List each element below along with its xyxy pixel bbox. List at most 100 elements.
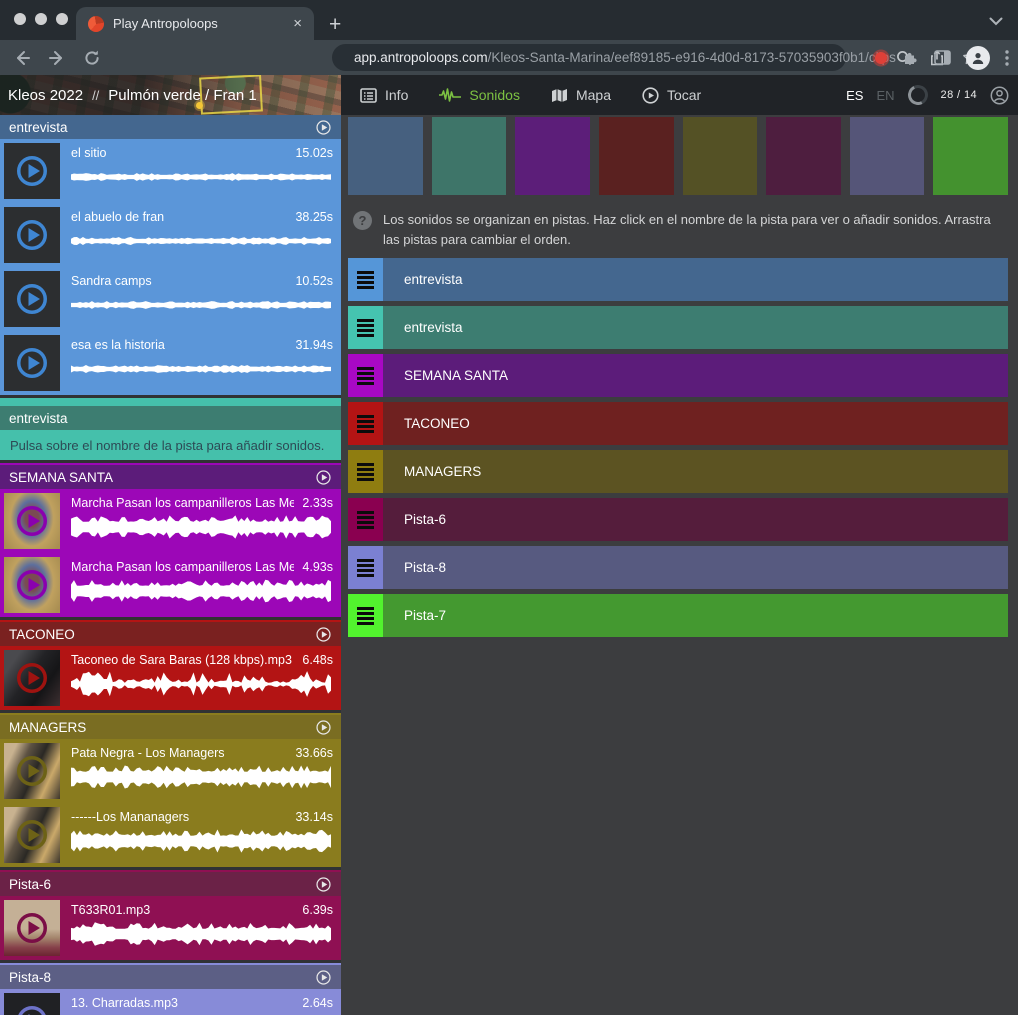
account-icon[interactable]	[990, 86, 1009, 105]
track-row[interactable]: Pista-8	[348, 546, 1008, 589]
tracks-panel: ? Los sonidos se organizan en pistas. Ha…	[341, 115, 1018, 1015]
play-clip-button[interactable]	[14, 753, 50, 789]
track-header[interactable]: MANAGERS	[0, 715, 341, 739]
track-row[interactable]: entrevista	[348, 306, 1008, 349]
play-clip-button[interactable]	[14, 1003, 50, 1015]
track-name-button[interactable]: MANAGERS	[383, 450, 1008, 493]
track-header[interactable]: SEMANA SANTA	[0, 465, 341, 489]
lang-en-button[interactable]: EN	[876, 88, 894, 103]
track-drag-handle[interactable]	[348, 258, 383, 301]
lang-es-button[interactable]: ES	[846, 88, 863, 103]
drag-handle-bars-icon	[357, 367, 374, 370]
nav-info[interactable]: Info	[360, 87, 408, 103]
track-drag-handle[interactable]	[348, 594, 383, 637]
track-header[interactable]: entrevista	[0, 115, 341, 139]
track-header-name: TACONEO	[9, 627, 315, 642]
track-row[interactable]: SEMANA SANTA	[348, 354, 1008, 397]
audio-clip[interactable]: el abuelo de fran38.25s	[0, 203, 341, 267]
tab-search-chevron-icon[interactable]	[989, 17, 1003, 26]
track-header[interactable]: TACONEO	[0, 622, 341, 646]
track-name-button[interactable]: SEMANA SANTA	[383, 354, 1008, 397]
play-track-icon[interactable]	[315, 969, 332, 986]
browser-toolbar: app.antropoloops.com/Kleos-Santa-Marina/…	[0, 40, 1018, 75]
track-row[interactable]: entrevista	[348, 258, 1008, 301]
tab-close-icon[interactable]: ×	[293, 16, 302, 31]
recording-indicator-icon[interactable]	[875, 52, 887, 64]
track-drag-handle[interactable]	[348, 546, 383, 589]
track-name-button[interactable]: Pista-6	[383, 498, 1008, 541]
reload-button[interactable]	[83, 49, 101, 67]
drag-handle-bars-icon	[357, 276, 374, 279]
audio-clip[interactable]: Sandra camps10.52s	[0, 267, 341, 331]
play-track-icon[interactable]	[315, 469, 332, 486]
track-row[interactable]: TACONEO	[348, 402, 1008, 445]
browser-profile-avatar[interactable]	[966, 46, 990, 70]
drag-handle-bars-icon	[357, 334, 374, 337]
track-name-button[interactable]: entrevista	[383, 258, 1008, 301]
play-track-icon[interactable]	[315, 719, 332, 736]
play-clip-button[interactable]	[14, 503, 50, 539]
track-drag-handle[interactable]	[348, 498, 383, 541]
track-header-name: MANAGERS	[9, 720, 315, 735]
play-clip-button[interactable]	[14, 153, 50, 189]
track-name-button[interactable]: entrevista	[383, 306, 1008, 349]
side-panel-icon[interactable]	[934, 50, 951, 65]
track-name-button[interactable]: Pista-8	[383, 546, 1008, 589]
audio-clip[interactable]: 13. Charradas.mp32.64s	[0, 989, 341, 1015]
window-zoom-button[interactable]	[56, 13, 68, 25]
track-drag-handle[interactable]	[348, 306, 383, 349]
track-row[interactable]: Pista-7	[348, 594, 1008, 637]
nav-sonidos[interactable]: Sonidos	[439, 87, 520, 103]
back-button[interactable]	[13, 49, 31, 67]
browser-menu-icon[interactable]	[1005, 50, 1009, 66]
sidebar-track-section: entrevistaPulsa sobre el nombre de la pi…	[0, 398, 341, 460]
track-color-strip	[348, 117, 1008, 195]
track-row[interactable]: Pista-6	[348, 498, 1008, 541]
track-name-button[interactable]: TACONEO	[383, 402, 1008, 445]
audio-clip[interactable]: ------Los Mananagers33.14s	[0, 803, 341, 867]
clip-title: Pata Negra - Los Managers	[71, 746, 287, 760]
play-clip-button[interactable]	[14, 817, 50, 853]
track-name-button[interactable]: Pista-7	[383, 594, 1008, 637]
audio-clip[interactable]: T633R01.mp36.39s	[0, 896, 341, 960]
play-clip-button[interactable]	[14, 217, 50, 253]
audio-clip[interactable]: Marcha Pasan los campanilleros Las Mejor…	[0, 489, 341, 553]
play-clip-button[interactable]	[14, 345, 50, 381]
play-clip-button[interactable]	[14, 660, 50, 696]
track-header[interactable]: Pista-6	[0, 872, 341, 896]
browser-tab[interactable]: Play Antropoloops ×	[76, 7, 314, 40]
audio-clip[interactable]: esa es la historia31.94s	[0, 331, 341, 395]
url-bar[interactable]: app.antropoloops.com/Kleos-Santa-Marina/…	[332, 44, 846, 71]
play-track-icon[interactable]	[315, 119, 332, 136]
clip-waveform	[71, 356, 333, 382]
track-drag-handle[interactable]	[348, 402, 383, 445]
play-clip-button[interactable]	[14, 281, 50, 317]
track-drag-handle[interactable]	[348, 450, 383, 493]
window-minimize-button[interactable]	[35, 13, 47, 25]
new-tab-button[interactable]: +	[329, 14, 341, 35]
nav-mapa[interactable]: Mapa	[551, 87, 611, 103]
forward-button[interactable]	[48, 49, 66, 67]
clip-thumbnail	[4, 900, 60, 956]
audio-clip[interactable]: Taconeo de Sara Baras (128 kbps).mp36.48…	[0, 646, 341, 710]
play-track-icon[interactable]	[315, 626, 332, 643]
app-nav: Info Sonidos Mapa Tocar	[360, 87, 701, 104]
audio-clip[interactable]: Marcha Pasan los campanilleros Las Mejor…	[0, 553, 341, 617]
track-drag-handle[interactable]	[348, 354, 383, 397]
play-track-icon[interactable]	[315, 876, 332, 893]
extensions-puzzle-icon[interactable]	[902, 49, 919, 66]
track-header[interactable]: Pista-8	[0, 965, 341, 989]
audio-clip[interactable]: Pata Negra - Los Managers33.66s	[0, 739, 341, 803]
play-clip-button[interactable]	[14, 567, 50, 603]
nav-tocar[interactable]: Tocar	[642, 87, 701, 104]
clip-duration: 6.48s	[302, 653, 333, 667]
audio-clip[interactable]: el sitio15.02s	[0, 139, 341, 203]
play-clip-button[interactable]	[14, 910, 50, 946]
clip-waveform	[71, 828, 333, 854]
window-close-button[interactable]	[14, 13, 26, 25]
track-header[interactable]: entrevista	[0, 406, 341, 430]
clip-thumbnail	[4, 807, 60, 863]
track-row[interactable]: MANAGERS	[348, 450, 1008, 493]
drag-handle-bars-icon	[357, 574, 374, 577]
track-color-swatch	[683, 117, 758, 195]
